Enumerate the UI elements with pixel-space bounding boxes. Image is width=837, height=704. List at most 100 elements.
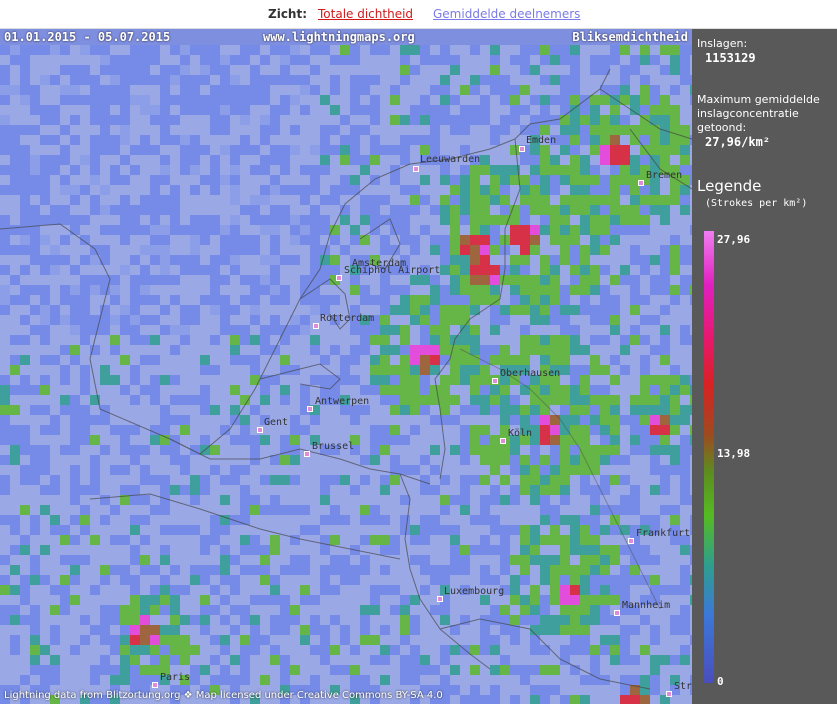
- density-cell: [350, 225, 360, 235]
- density-cell: [520, 345, 530, 355]
- density-cell: [390, 475, 400, 485]
- density-cell: [300, 505, 310, 515]
- density-cell: [410, 405, 420, 415]
- density-cell: [130, 365, 140, 375]
- density-cell: [660, 465, 670, 475]
- density-cell: [20, 185, 30, 195]
- density-cell: [430, 85, 440, 95]
- density-cell: [500, 605, 510, 615]
- density-cell: [500, 495, 510, 505]
- density-cell: [550, 305, 560, 315]
- tab-total-density[interactable]: Totale dichtheid: [318, 7, 413, 21]
- density-cell: [600, 135, 610, 145]
- density-cell: [560, 285, 570, 295]
- density-cell: [630, 195, 640, 205]
- density-cell: [350, 105, 360, 115]
- density-cell: [40, 325, 50, 335]
- density-cell: [500, 185, 510, 195]
- density-cell: [420, 375, 430, 385]
- density-cell: [570, 565, 580, 575]
- density-cell: [580, 205, 590, 215]
- density-cell: [560, 565, 570, 575]
- density-cell: [590, 65, 600, 75]
- density-cell: [540, 485, 550, 495]
- density-cell: [600, 95, 610, 105]
- density-cell: [220, 555, 230, 565]
- density-cell: [470, 515, 480, 525]
- density-cell: [530, 145, 540, 155]
- density-cell: [220, 235, 230, 245]
- density-cell: [350, 285, 360, 295]
- site-url: www.lightningmaps.org: [263, 30, 415, 44]
- density-cell: [560, 625, 570, 635]
- density-cell: [450, 295, 460, 305]
- density-cell: [570, 365, 580, 375]
- density-cell: [230, 245, 240, 255]
- density-cell: [130, 215, 140, 225]
- density-cell: [250, 165, 260, 175]
- density-cell: [570, 375, 580, 385]
- density-cell: [520, 205, 530, 215]
- density-cell: [210, 655, 220, 665]
- density-cell: [260, 55, 270, 65]
- tab-average-participants[interactable]: Gemiddelde deelnemers: [433, 7, 580, 21]
- density-cell: [580, 265, 590, 275]
- density-cell: [380, 545, 390, 555]
- density-cell: [290, 45, 300, 55]
- density-cell: [410, 115, 420, 125]
- density-cell: [10, 435, 20, 445]
- density-cell: [520, 535, 530, 545]
- density-cell: [160, 305, 170, 315]
- density-cell: [250, 95, 260, 105]
- density-cell: [580, 525, 590, 535]
- density-cell: [240, 565, 250, 575]
- density-cell: [550, 235, 560, 245]
- density-cell: [350, 345, 360, 355]
- density-cell: [270, 245, 280, 255]
- density-cell: [570, 455, 580, 465]
- density-cell: [120, 75, 130, 85]
- density-cell: [270, 185, 280, 195]
- density-cell: [20, 155, 30, 165]
- density-cell: [590, 505, 600, 515]
- density-cell: [350, 155, 360, 165]
- density-cell: [510, 265, 520, 275]
- density-cell: [370, 385, 380, 395]
- density-cell: [440, 215, 450, 225]
- density-cell: [140, 385, 150, 395]
- density-cell: [0, 65, 10, 75]
- density-cell: [160, 655, 170, 665]
- density-cell: [460, 375, 470, 385]
- density-cell: [100, 255, 110, 265]
- density-cell: [560, 475, 570, 485]
- density-cell: [60, 95, 70, 105]
- density-cell: [30, 215, 40, 225]
- density-cell: [490, 45, 500, 55]
- density-map[interactable]: 01.01.2015 - 05.07.2015 www.lightningmap…: [0, 29, 692, 704]
- density-cell: [390, 405, 400, 415]
- density-cell: [380, 195, 390, 205]
- city-marker: [614, 610, 620, 616]
- density-cell: [600, 155, 610, 165]
- density-cell: [140, 55, 150, 65]
- density-cell: [310, 415, 320, 425]
- density-cell: [580, 105, 590, 115]
- density-cell: [220, 525, 230, 535]
- density-cell: [30, 95, 40, 105]
- density-cell: [510, 355, 520, 365]
- density-cell: [420, 355, 430, 365]
- density-cell: [450, 555, 460, 565]
- density-cell: [300, 425, 310, 435]
- density-cell: [80, 515, 90, 525]
- density-cell: [290, 605, 300, 615]
- density-cell: [590, 105, 600, 115]
- density-cell: [580, 285, 590, 295]
- density-cell: [60, 595, 70, 605]
- density-cell: [330, 185, 340, 195]
- density-cell: [560, 595, 570, 605]
- density-cell: [190, 475, 200, 485]
- density-cell: [370, 325, 380, 335]
- density-cell: [220, 255, 230, 265]
- density-cell: [130, 255, 140, 265]
- city-label: Mannheim: [622, 600, 671, 611]
